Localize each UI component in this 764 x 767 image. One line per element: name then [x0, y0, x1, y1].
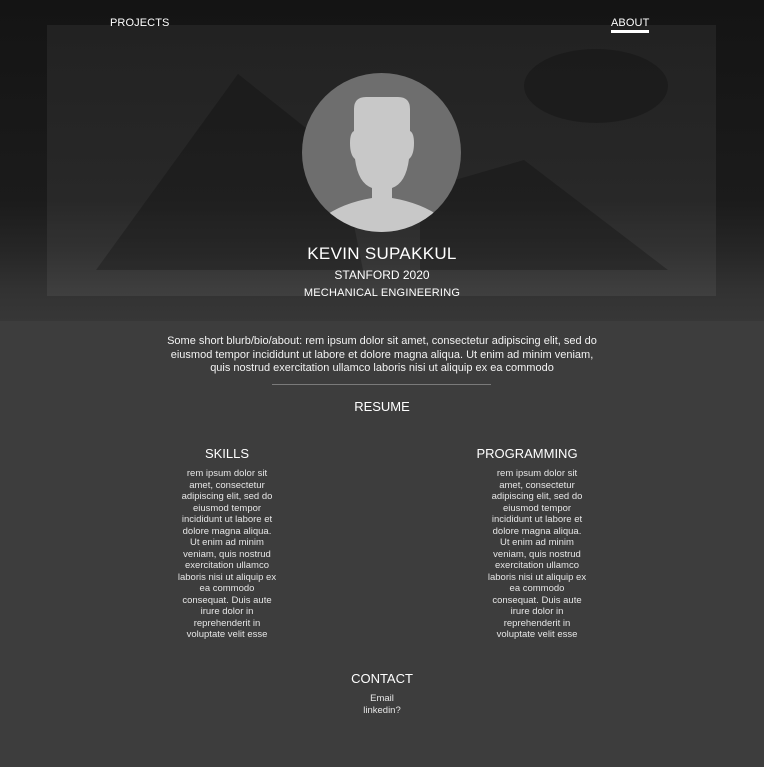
- profile-major: MECHANICAL ENGINEERING: [303, 287, 461, 299]
- resume-heading: RESUME: [354, 399, 410, 414]
- contact-heading: CONTACT: [351, 671, 413, 686]
- programming-heading: PROGRAMMING: [476, 446, 578, 461]
- nav-about-link[interactable]: ABOUT: [611, 17, 650, 33]
- user-avatar-icon: [302, 73, 461, 232]
- nav-projects-link[interactable]: PROJECTS: [110, 17, 169, 29]
- skills-text: rem ipsum dolor sit amet, consectetur ad…: [177, 468, 277, 640]
- contact-linkedin-link[interactable]: linkedin?: [0, 705, 764, 716]
- profile-name: KEVIN SUPAKKUL: [307, 244, 457, 263]
- programming-text: rem ipsum dolor sit amet, consectetur ad…: [487, 468, 587, 640]
- profile-school: STANFORD 2020: [334, 268, 430, 282]
- bio-text: Some short blurb/bio/about: rem ipsum do…: [167, 335, 597, 374]
- skills-heading: SKILLS: [204, 446, 250, 461]
- contact-email-link[interactable]: Email: [0, 693, 764, 704]
- section-divider: [272, 384, 491, 385]
